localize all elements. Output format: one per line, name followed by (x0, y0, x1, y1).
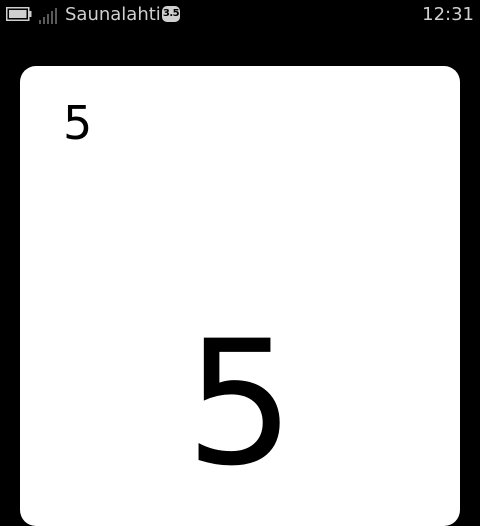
network-type-badge: 3.5 (162, 6, 180, 22)
status-bar: Saunalahti 3.5 12:31 (0, 0, 480, 32)
clock: 12:31 (422, 4, 474, 25)
signal-strength-icon (39, 8, 57, 24)
carrier-name: Saunalahti (65, 4, 161, 25)
playing-card[interactable]: 5 5 (20, 66, 460, 526)
card-center-rank: 5 (185, 303, 295, 504)
battery-icon (6, 7, 32, 21)
card-corner-rank: 5 (63, 96, 93, 150)
